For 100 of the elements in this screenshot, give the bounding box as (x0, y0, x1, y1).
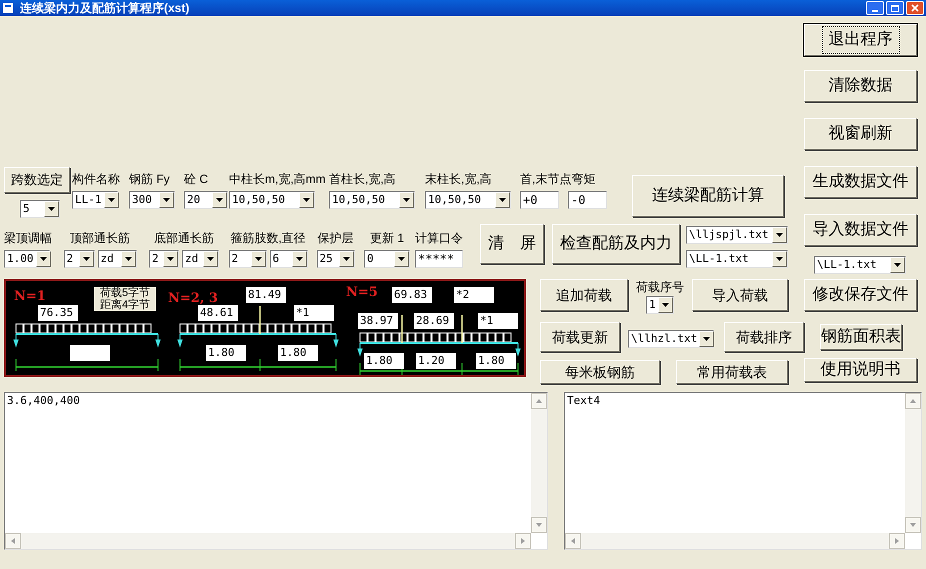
value-field[interactable]: *1 (478, 313, 518, 329)
dropdown[interactable]: 10,50,50 (425, 191, 511, 209)
scroll-left-icon[interactable] (5, 533, 21, 549)
dropdown-arrow-icon (776, 257, 783, 261)
app-icon (2, 2, 14, 14)
dropdown[interactable]: \llhzl.txt (628, 330, 714, 348)
value-field[interactable]: 48.61 (198, 305, 238, 321)
input-field[interactable]: ***** (415, 250, 463, 268)
value-field[interactable]: 1.80 (278, 345, 318, 361)
side-button[interactable]: 视窗刷新 (804, 118, 917, 150)
dropdown-arrow-icon (398, 257, 405, 261)
check-button[interactable]: 检查配筋及内力 (552, 224, 680, 264)
dropdown-arrow-icon (207, 257, 214, 261)
dropdown[interactable]: \LL-1.txt (686, 250, 788, 268)
side-button[interactable]: 清除数据 (804, 70, 917, 102)
field-label: 更新 1 (370, 230, 404, 246)
horizontal-scrollbar[interactable] (5, 533, 531, 549)
input-field[interactable]: +0 (520, 191, 559, 209)
scroll-down-icon[interactable] (905, 517, 921, 533)
value-field[interactable]: 1.80 (476, 353, 516, 369)
side-button[interactable]: 修改保存文件 (804, 279, 917, 311)
input-field[interactable]: -0 (568, 191, 607, 209)
span-select-button[interactable]: 跨数选定 (4, 167, 70, 193)
dropdown-arrow-icon (108, 198, 114, 202)
field-label: 钢筋 Fy (129, 171, 171, 187)
scroll-right-icon[interactable] (889, 533, 905, 549)
dropdown[interactable]: LL-1 (72, 191, 118, 209)
field-label: 底部通长筋 (154, 230, 214, 246)
dropdown-arrow-icon (296, 257, 302, 261)
dropdown[interactable]: 1 (646, 296, 674, 314)
scroll-right-icon[interactable] (515, 533, 531, 549)
value-field[interactable]: 81.49 (246, 287, 286, 303)
import-load-button[interactable]: 导入荷载 (692, 279, 788, 311)
value-field[interactable]: *2 (454, 287, 494, 303)
side-button[interactable]: 使用说明书 (804, 358, 917, 382)
update-load-button[interactable]: 荷载更新 (540, 322, 620, 352)
dropdown[interactable]: \LL-1.txt (814, 256, 906, 274)
dropdown[interactable]: 2 (149, 250, 179, 268)
value-field[interactable]: 28.69 (414, 313, 454, 329)
sort-load-button[interactable]: 荷载排序 (724, 322, 804, 352)
dropdown-arrow-icon (40, 257, 46, 261)
clear-screen-button[interactable]: 清 屏 (480, 224, 544, 264)
dropdown[interactable]: 6 (270, 250, 308, 268)
dropdown[interactable]: 2 (64, 250, 94, 268)
horizontal-scrollbar[interactable] (565, 533, 905, 549)
dropdown[interactable]: 5 (20, 200, 60, 218)
dropdown-arrow-icon (776, 233, 783, 237)
dropdown[interactable]: 1.00 (4, 250, 50, 268)
dropdown[interactable]: 20 (184, 191, 228, 209)
field-label: 计算口令 (415, 230, 464, 246)
vertical-scrollbar[interactable] (531, 393, 547, 533)
field-label: 保护层 (318, 230, 354, 246)
side-button[interactable]: 钢筋面积表 (820, 324, 902, 350)
field-label: 顶部通长筋 (70, 230, 130, 246)
dropdown-arrow-icon (216, 198, 223, 202)
dropdown[interactable]: zd (98, 250, 136, 268)
field-label: 末柱长,宽,高 (425, 171, 493, 187)
dropdown[interactable]: 10,50,50 (229, 191, 315, 209)
calculate-button[interactable]: 连续梁配筋计算 (632, 175, 784, 217)
side-button[interactable]: 退出程序 (804, 24, 917, 56)
case-label: N=5 (346, 285, 378, 300)
window-title: 连续梁内力及配筋计算程序(xst) (20, 1, 190, 15)
scroll-up-icon[interactable] (905, 393, 921, 409)
close-button[interactable] (906, 1, 924, 15)
value-field[interactable]: 1.80 (206, 345, 246, 361)
value-field[interactable]: *1 (294, 305, 334, 321)
dropdown[interactable]: 2 (228, 250, 266, 268)
dropdown[interactable]: 25 (316, 250, 354, 268)
scroll-up-icon[interactable] (531, 393, 547, 409)
value-field[interactable]: 76.35 (38, 305, 78, 321)
dropdown-arrow-icon (124, 257, 132, 261)
dropdown-arrow-icon (403, 198, 410, 202)
side-button[interactable]: 生成数据文件 (804, 166, 917, 198)
minimize-button[interactable] (866, 1, 884, 15)
side-button[interactable]: 导入数据文件 (804, 214, 917, 246)
text-area[interactable]: Text4 (564, 392, 922, 550)
add-load-button[interactable]: 追加荷载 (540, 279, 628, 311)
vertical-scrollbar[interactable] (905, 393, 921, 533)
field-label: 砼 C (184, 171, 209, 187)
scroll-left-icon[interactable] (565, 533, 581, 549)
value-field[interactable]: 1.80 (364, 353, 404, 369)
value-field[interactable]: 69.83 (392, 287, 432, 303)
dropdown-arrow-icon (167, 257, 174, 261)
maximize-button[interactable] (886, 1, 904, 15)
dropdown[interactable]: \lljspjl.txt (686, 226, 788, 244)
dropdown[interactable]: 10,50,50 (329, 191, 415, 209)
dropdown[interactable]: 300 (129, 191, 175, 209)
value-field[interactable]: 1.20 (416, 353, 456, 369)
empty-field[interactable] (70, 345, 110, 361)
text-area[interactable]: 3.6,400,400 (4, 392, 548, 550)
common-load-button[interactable]: 常用荷载表 (676, 360, 788, 384)
dropdown[interactable]: zd (182, 250, 219, 268)
field-label: 首柱长,宽,高 (329, 171, 397, 187)
dropdown-arrow-icon (254, 257, 262, 261)
dropdown[interactable]: 0 (364, 250, 410, 268)
value-field[interactable]: 38.97 (358, 313, 398, 329)
slab-rebar-button[interactable]: 每米板钢筋 (540, 360, 660, 384)
scroll-down-icon[interactable] (531, 517, 547, 533)
field-label: 箍筋肢数,直径 (230, 230, 306, 246)
dropdown-arrow-icon (342, 257, 350, 261)
